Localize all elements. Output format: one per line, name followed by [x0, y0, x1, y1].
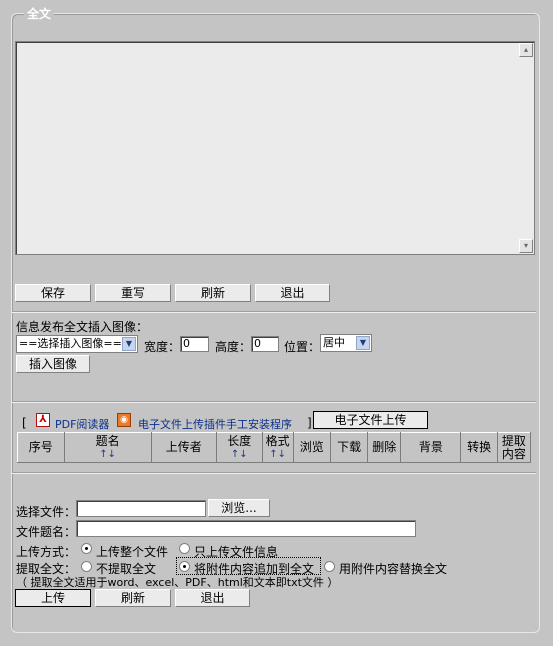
- scroll-up-icon[interactable]: ▴: [519, 43, 533, 57]
- extract-radio-append[interactable]: [179, 561, 190, 572]
- reset-button[interactable]: 重写: [95, 284, 171, 302]
- refresh-button[interactable]: 刷新: [175, 284, 251, 302]
- chevron-down-icon[interactable]: ▼: [356, 336, 370, 350]
- extract-radio-none[interactable]: [81, 561, 92, 572]
- mode-radio-whole-file[interactable]: [81, 543, 92, 554]
- refresh-button[interactable]: 刷新: [95, 589, 171, 607]
- column-header: 提取内容: [496, 432, 532, 463]
- file-title-input[interactable]: [76, 520, 416, 537]
- file-path-input[interactable]: [76, 500, 206, 517]
- divider: [12, 472, 536, 474]
- sort-arrows-icon[interactable]: ↑↓: [65, 448, 151, 461]
- pdf-icon: ⅄: [36, 413, 50, 427]
- column-header: 背景: [400, 432, 462, 463]
- width-label: 宽度：: [144, 340, 181, 354]
- column-header-sortable[interactable]: 格式 ↑↓: [261, 432, 294, 463]
- column-header: 转换: [460, 432, 498, 463]
- links-close-bracket: ]: [307, 416, 312, 430]
- extract-radio-replace[interactable]: [324, 561, 335, 572]
- exit-button[interactable]: 退出: [255, 284, 330, 302]
- insert-image-select-value: ==选择插入图像==: [19, 337, 122, 350]
- fulltext-textarea[interactable]: ▴ ▾: [15, 41, 535, 255]
- file-label: 选择文件：: [16, 505, 77, 519]
- chevron-down-icon[interactable]: ▼: [122, 337, 136, 351]
- upload-button[interactable]: 上传: [15, 589, 91, 607]
- insert-image-select[interactable]: ==选择插入图像== ▼: [16, 335, 138, 353]
- column-header: 序号: [17, 432, 65, 463]
- extract-option-label: 用附件内容替换全文: [339, 562, 448, 576]
- browse-button[interactable]: 浏览...: [208, 499, 270, 517]
- plugin-icon: ◉: [117, 413, 131, 427]
- divider: [12, 311, 536, 313]
- width-input[interactable]: 0: [180, 336, 209, 352]
- position-select-value: 居中: [323, 336, 345, 349]
- column-header: 上传者: [150, 432, 217, 463]
- pdf-reader-link[interactable]: PDF阅读器: [55, 416, 109, 432]
- mode-option-label: 上传整个文件: [96, 545, 169, 559]
- fieldset-legend: 全文: [24, 5, 55, 22]
- column-header-sortable[interactable]: 题名 ↑↓: [63, 432, 152, 463]
- electronic-file-upload-button[interactable]: 电子文件上传: [313, 411, 428, 429]
- position-select[interactable]: 居中 ▼: [320, 334, 372, 352]
- save-button[interactable]: 保存: [15, 284, 91, 302]
- column-header-sortable[interactable]: 长度 ↑↓: [215, 432, 263, 463]
- attachment-table: 序号 题名 ↑↓ 上传者 长度 ↑↓ 格式 ↑↓ 浏览 下载 删除 背景 转换 提取内…: [17, 432, 532, 463]
- divider: [12, 401, 536, 403]
- mode-radio-info-only[interactable]: [179, 543, 190, 554]
- upload-mode-label: 上传方式：: [16, 545, 77, 559]
- position-label: 位置：: [284, 340, 321, 354]
- height-input[interactable]: 0: [251, 336, 279, 352]
- file-title-label: 文件题名：: [16, 525, 77, 539]
- insert-image-button[interactable]: 插入图像: [16, 355, 90, 373]
- extract-note: （ 提取全文适用于word、excel、PDF、html和文本即txt文件 ）: [16, 576, 339, 589]
- exit-button[interactable]: 退出: [175, 589, 250, 607]
- column-header: 浏览: [292, 432, 331, 463]
- links-open-bracket: [: [22, 416, 27, 430]
- plugin-manual-link[interactable]: 电子文件上传插件手工安装程序: [138, 416, 292, 432]
- column-header: 下载: [329, 432, 369, 463]
- height-label: 高度：: [215, 340, 252, 354]
- sort-arrows-icon[interactable]: ↑↓: [217, 448, 262, 461]
- table-header-row: 序号 题名 ↑↓ 上传者 长度 ↑↓ 格式 ↑↓ 浏览 下载 删除 背景 转换 提取内…: [17, 432, 532, 463]
- column-header: 删除: [367, 432, 402, 463]
- scroll-down-icon[interactable]: ▾: [519, 239, 533, 253]
- sort-arrows-icon[interactable]: ↑↓: [263, 448, 293, 461]
- insert-image-heading: 信息发布全文插入图像：: [16, 320, 149, 334]
